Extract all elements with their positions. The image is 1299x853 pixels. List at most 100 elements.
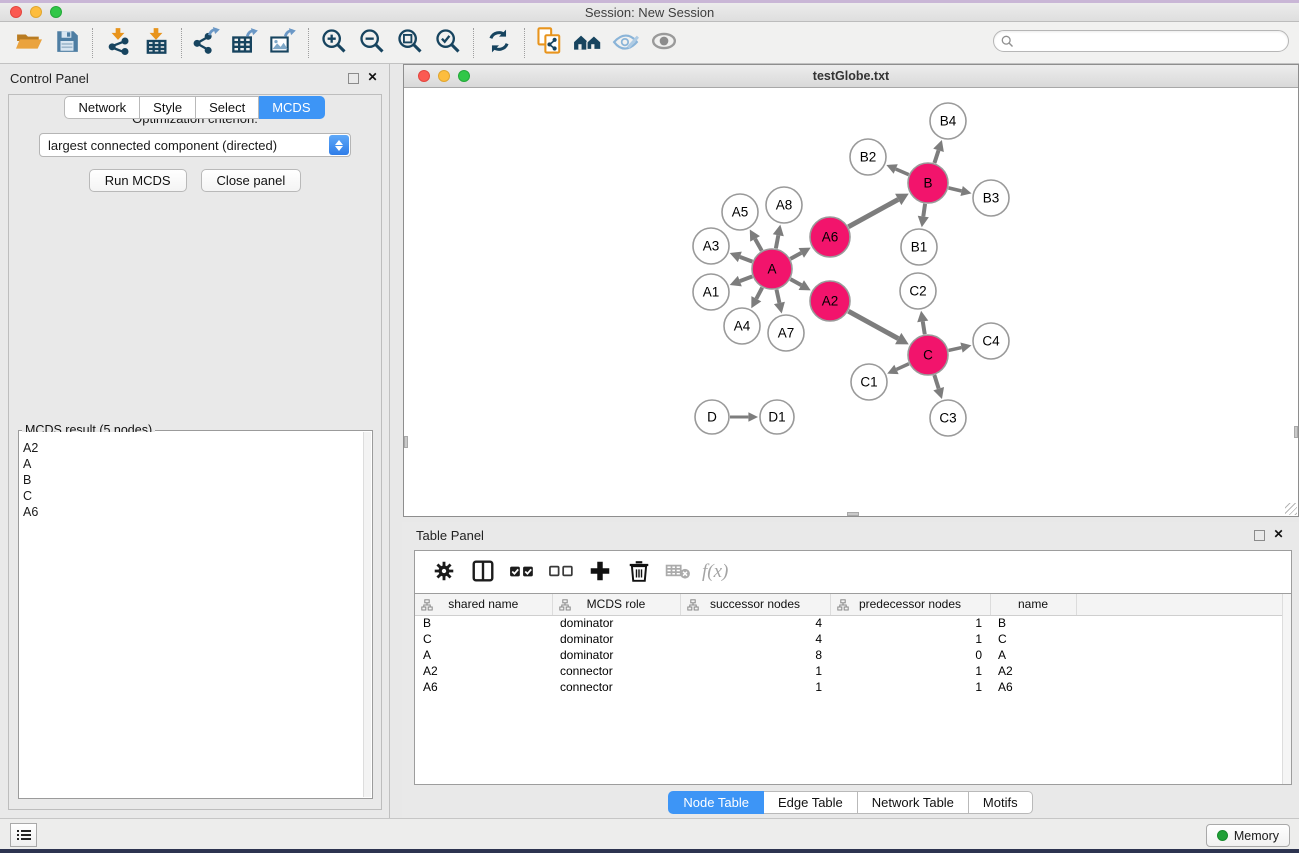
column-header-mcds-role[interactable]: MCDS role	[552, 594, 680, 615]
table-options-gear-button[interactable]	[429, 557, 459, 587]
tab-style[interactable]: Style	[140, 96, 196, 119]
search-input[interactable]	[1014, 32, 1288, 50]
tab-edge-table[interactable]: Edge Table	[764, 791, 858, 814]
edge-A-A3[interactable]	[740, 257, 753, 262]
cell-mcds-role[interactable]: dominator	[552, 631, 680, 647]
zoom-selected-button[interactable]	[429, 25, 467, 61]
table-row[interactable]: A2connector11A2	[415, 663, 1291, 679]
export-table-button[interactable]	[226, 25, 264, 61]
result-item[interactable]: A6	[23, 504, 363, 520]
cell-predecessor-nodes[interactable]: 0	[830, 647, 990, 663]
cell-successor-nodes[interactable]: 4	[680, 631, 830, 647]
close-table-panel-icon[interactable]: ✕	[1272, 529, 1285, 542]
cell-successor-nodes[interactable]: 4	[680, 615, 830, 631]
show-graphics-details-button[interactable]	[645, 25, 683, 61]
zoom-fit-button[interactable]	[391, 25, 429, 61]
right-scrollbar-thumb[interactable]	[1294, 426, 1298, 438]
edge-B-B4[interactable]	[934, 150, 938, 163]
import-network-button[interactable]	[99, 25, 137, 61]
edge-A-A7[interactable]	[776, 290, 779, 303]
edge-C-C4[interactable]	[948, 348, 961, 351]
cell-predecessor-nodes[interactable]: 1	[830, 615, 990, 631]
edge-A-A6[interactable]	[790, 253, 801, 259]
column-view-button[interactable]	[468, 557, 498, 587]
edge-A6-B[interactable]	[848, 199, 898, 226]
cell-predecessor-nodes[interactable]: 1	[830, 679, 990, 695]
edge-C-C1[interactable]	[896, 364, 908, 370]
cell-shared-name[interactable]: C	[415, 631, 552, 647]
table-row[interactable]: A6connector11A6	[415, 679, 1291, 695]
first-neighbors-button[interactable]	[569, 25, 607, 61]
cell-mcds-role[interactable]: connector	[552, 663, 680, 679]
left-scrollbar-thumb[interactable]	[404, 436, 408, 448]
create-column-button[interactable]	[585, 557, 615, 587]
export-image-button[interactable]	[264, 25, 302, 61]
edge-A-A5[interactable]	[755, 239, 762, 251]
edge-B-B2[interactable]	[896, 169, 909, 175]
table-scrollbar[interactable]	[1282, 594, 1291, 784]
cell-shared-name[interactable]: A2	[415, 663, 552, 679]
cell-mcds-role[interactable]: connector	[552, 679, 680, 695]
result-item[interactable]: B	[23, 472, 363, 488]
edge-A-A1[interactable]	[740, 276, 753, 281]
criterion-select[interactable]: largest connected component (directed)	[39, 133, 351, 157]
table-row[interactable]: Cdominator41C	[415, 631, 1291, 647]
tab-network-table[interactable]: Network Table	[858, 791, 969, 814]
edge-C-C2[interactable]	[923, 321, 925, 334]
save-session-button[interactable]	[48, 25, 86, 61]
edge-B-B3[interactable]	[948, 188, 961, 191]
cell-predecessor-nodes[interactable]: 1	[830, 631, 990, 647]
column-header-predecessor-nodes[interactable]: predecessor nodes	[830, 594, 990, 615]
network-canvas[interactable]: B4B2BB3A5A8A6A3B1AA1C2A2A4A7C4CC1C3DD1	[404, 88, 1298, 516]
import-table-button[interactable]	[137, 25, 175, 61]
close-panel-icon[interactable]: ✕	[366, 72, 379, 85]
cell-name[interactable]: A2	[990, 663, 1076, 679]
float-table-panel-icon[interactable]	[1254, 530, 1265, 541]
deselect-all-columns-button[interactable]	[546, 557, 576, 587]
zoom-out-button[interactable]	[353, 25, 391, 61]
cell-mcds-role[interactable]: dominator	[552, 615, 680, 631]
cell-successor-nodes[interactable]: 1	[680, 663, 830, 679]
result-item[interactable]: C	[23, 488, 363, 504]
edge-A-A4[interactable]	[756, 288, 762, 299]
network-window-titlebar[interactable]: testGlobe.txt	[404, 65, 1298, 88]
result-item[interactable]: A2	[23, 440, 363, 456]
network-from-selection-button[interactable]	[531, 25, 569, 61]
cell-name[interactable]: A6	[990, 679, 1076, 695]
cell-name[interactable]: B	[990, 615, 1076, 631]
edge-B-B1[interactable]	[923, 204, 925, 217]
column-header-shared-name[interactable]: shared name	[415, 594, 552, 615]
open-session-button[interactable]	[10, 25, 48, 61]
cell-successor-nodes[interactable]: 8	[680, 647, 830, 663]
table-row[interactable]: Adominator80A	[415, 647, 1291, 663]
tab-select[interactable]: Select	[196, 96, 259, 119]
select-all-columns-button[interactable]	[507, 557, 537, 587]
edge-A-A2[interactable]	[790, 279, 801, 285]
cell-name[interactable]: C	[990, 631, 1076, 647]
task-history-button[interactable]	[10, 823, 37, 847]
tab-mcds[interactable]: MCDS	[259, 96, 324, 119]
result-scrollbar[interactable]	[363, 432, 371, 797]
column-header-successor-nodes[interactable]: successor nodes	[680, 594, 830, 615]
export-network-button[interactable]	[188, 25, 226, 61]
float-panel-icon[interactable]	[348, 73, 359, 84]
apply-layout-button[interactable]	[480, 25, 518, 61]
delete-columns-button[interactable]	[624, 557, 654, 587]
cell-shared-name[interactable]: A	[415, 647, 552, 663]
hide-graphics-details-button[interactable]	[607, 25, 645, 61]
cell-mcds-role[interactable]: dominator	[552, 647, 680, 663]
close-panel-button[interactable]: Close panel	[201, 169, 302, 192]
bottom-scrollbar-thumb[interactable]	[847, 512, 859, 516]
resize-grip[interactable]	[1285, 503, 1297, 515]
cell-shared-name[interactable]: B	[415, 615, 552, 631]
tab-motifs[interactable]: Motifs	[969, 791, 1033, 814]
search-field[interactable]	[993, 30, 1289, 52]
cell-successor-nodes[interactable]: 1	[680, 679, 830, 695]
cell-name[interactable]: A	[990, 647, 1076, 663]
zoom-in-button[interactable]	[315, 25, 353, 61]
run-mcds-button[interactable]: Run MCDS	[89, 169, 187, 192]
column-header-name[interactable]: name	[990, 594, 1076, 615]
cell-predecessor-nodes[interactable]: 1	[830, 663, 990, 679]
table-row[interactable]: Bdominator41B	[415, 615, 1291, 631]
cell-shared-name[interactable]: A6	[415, 679, 552, 695]
